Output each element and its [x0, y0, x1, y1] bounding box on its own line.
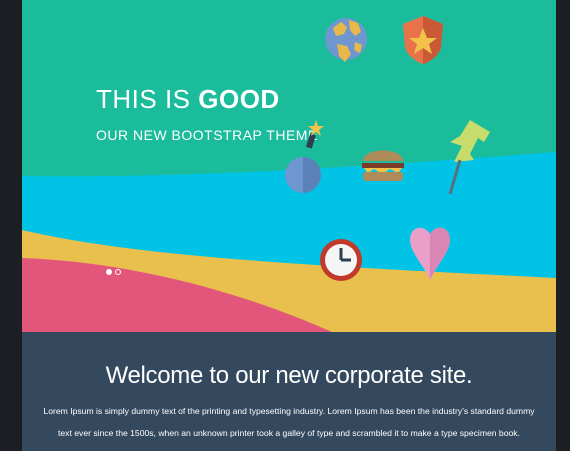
- heart-icon: [410, 227, 450, 280]
- right-frame: [556, 0, 570, 451]
- burger-icon: [362, 150, 404, 181]
- bomb-icon: [285, 120, 324, 193]
- welcome-heading: Welcome to our new corporate site.: [105, 362, 473, 389]
- welcome-section: Welcome to our new corporate site. Lorem…: [22, 332, 556, 451]
- hero-title: THIS IS GOOD: [96, 84, 318, 115]
- hero-title-bold: GOOD: [198, 84, 280, 114]
- carousel-indicators: [106, 269, 121, 275]
- welcome-body: Lorem Ipsum is simply dummy text of the …: [43, 406, 535, 438]
- carousel-dot-2[interactable]: [115, 269, 121, 275]
- hero-title-text: THIS IS: [96, 84, 199, 114]
- clock-icon: [320, 239, 362, 281]
- hero-carousel: THIS IS GOOD OUR NEW BOOTSTRAP THEME: [22, 0, 556, 332]
- pushpin-icon: [448, 120, 490, 195]
- carousel-dot-1[interactable]: [106, 269, 112, 275]
- globe-icon: [325, 18, 367, 62]
- left-frame: [0, 0, 22, 451]
- shield-star-icon: [403, 16, 443, 64]
